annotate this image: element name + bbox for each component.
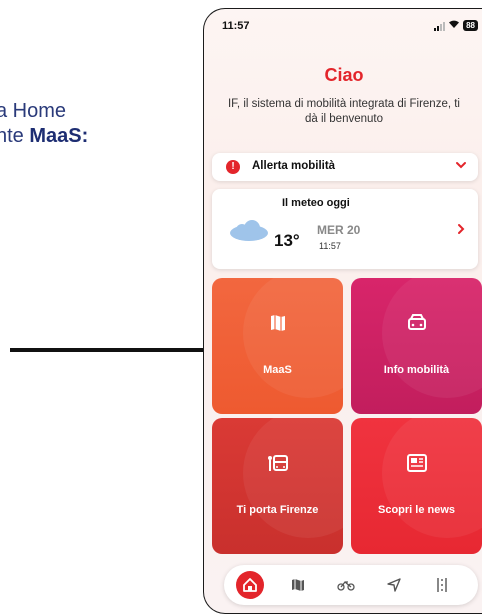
chevron-right-icon[interactable] [454,222,468,236]
nav-navigate[interactable] [382,573,406,597]
status-icons: 88 [434,19,478,32]
tile-ti-porta-firenze-label: Ti porta Firenze [236,504,319,516]
tile-scopri-le-news-label: Scopri le news [377,504,456,516]
nav-home[interactable] [236,571,264,599]
car-icon [351,312,482,334]
annotation-line-2-prefix: nte [0,125,24,147]
status-time: 11:57 [222,20,250,32]
tile-info-mobilita-label: Info mobilità [383,364,450,376]
weather-card[interactable]: Il meteo oggi 13° MER 20 11:57 [212,189,478,269]
weather-day: MER 20 [317,223,361,237]
road-sign-icon [437,578,447,592]
location-arrow-icon [387,578,401,592]
battery-icon: 88 [463,20,478,31]
cloud-icon [230,220,268,241]
map-icon [212,312,343,334]
bus-stop-icon [212,452,343,474]
weather-temperature: 13° [274,231,300,250]
nav-services[interactable] [430,573,454,597]
nav-bike[interactable] [334,573,358,597]
tile-maas[interactable]: MaaS [212,278,343,414]
bottom-navigation [224,565,478,605]
tile-ti-porta-firenze[interactable]: Ti porta Firenze [212,418,343,554]
weather-title: Il meteo oggi [282,197,350,209]
mobility-alert-card[interactable]: ! Allerta mobilità [212,153,478,181]
signal-icon [434,21,446,31]
tile-info-mobilita[interactable]: Info mobilità [351,278,482,414]
chevron-down-icon[interactable] [454,158,468,172]
tile-scopri-le-news[interactable]: Scopri le news [351,418,482,554]
status-bar: 11:57 88 [222,20,478,36]
bike-icon [337,581,355,591]
greeting-title: Ciao [324,65,364,85]
home-icon [243,578,257,592]
annotation-line-1: a Home [0,100,67,122]
map-icon [292,579,304,591]
wifi-icon [448,19,460,32]
annotation-line-2-bold: MaaS: [29,125,89,147]
phone-screen: 11:57 88 Ciao IF, il sistema di mobilità… [203,8,482,614]
tile-maas-label: MaaS [263,364,292,376]
weather-time: 11:57 [319,241,341,251]
exclamation-icon: ! [226,160,240,174]
annotation-line-2: nte MaaS: [0,124,196,148]
newspaper-icon [351,452,482,474]
welcome-subtitle: IF, il sistema di mobilità integrata di … [227,98,460,125]
alert-label: Allerta mobilità [252,160,336,172]
nav-map[interactable] [286,573,310,597]
